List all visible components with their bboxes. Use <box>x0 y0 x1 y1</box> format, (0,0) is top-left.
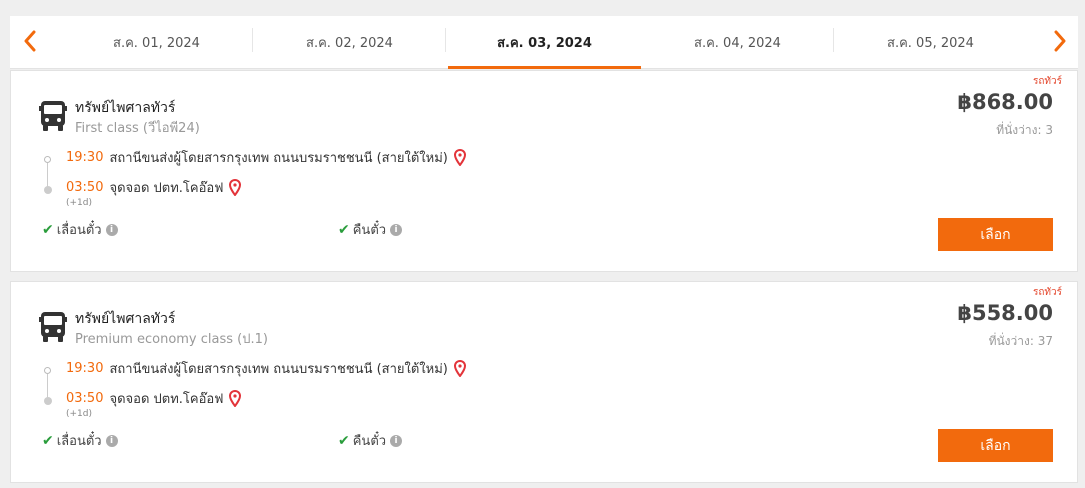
arrival-stop: 03:50 จุดจอด ปตท.โคอ๊อฟ <box>66 388 242 409</box>
arrival-time: 03:50 <box>66 180 104 195</box>
feature-reschedule: ✔ เลื่อนตั๋ว i <box>42 430 118 451</box>
operator-name: ทรัพย์ไพศาลทัวร์ <box>75 311 176 327</box>
check-icon: ✔ <box>338 432 350 449</box>
next-date-button[interactable] <box>1048 26 1072 56</box>
seats-available: ที่นั่งว่าง: 37 <box>988 334 1053 348</box>
trip-price: ฿558.00 <box>957 301 1053 325</box>
info-icon[interactable]: i <box>390 223 403 236</box>
date-tab-1[interactable]: ส.ค. 01, 2024 <box>60 16 253 68</box>
date-tab-label: ส.ค. 02, 2024 <box>306 35 393 51</box>
date-selector: ส.ค. 01, 2024 ส.ค. 02, 2024 ส.ค. 03, 202… <box>10 16 1078 69</box>
info-icon[interactable]: i <box>105 223 118 236</box>
arrival-station: จุดจอด ปตท.โคอ๊อฟ <box>109 392 224 407</box>
date-tab-2[interactable]: ส.ค. 02, 2024 <box>253 16 446 68</box>
check-icon: ✔ <box>42 432 54 449</box>
chevron-left-icon <box>24 30 36 52</box>
bus-icon <box>39 101 67 131</box>
departure-time: 19:30 <box>66 150 104 165</box>
route-timeline <box>44 156 52 196</box>
map-pin-icon[interactable] <box>453 360 466 377</box>
map-pin-icon[interactable] <box>453 149 466 166</box>
departure-station: สถานีขนส่งผู้โดยสารกรุงเทพ ถนนบรมราชชนนี… <box>109 151 448 166</box>
seat-class: Premium economy class (ป.1) <box>75 332 268 347</box>
route-timeline <box>44 367 52 407</box>
trip-card: รถทัวร์ ทรัพย์ไพศาลทัวร์ Premium economy… <box>10 281 1078 483</box>
departure-stop: 19:30 สถานีขนส่งผู้โดยสารกรุงเทพ ถนนบรมร… <box>66 358 466 379</box>
departure-time: 19:30 <box>66 361 104 376</box>
day-offset: (+1d) <box>66 409 93 419</box>
feature-label: เลื่อนตั๋ว <box>56 223 102 238</box>
date-tab-label: ส.ค. 01, 2024 <box>113 35 200 51</box>
feature-label: คืนตั๋ว <box>352 434 387 449</box>
chevron-right-icon <box>1054 30 1066 52</box>
check-icon: ✔ <box>42 221 54 238</box>
map-pin-icon[interactable] <box>229 179 242 196</box>
arrival-stop: 03:50 จุดจอด ปตท.โคอ๊อฟ <box>66 177 242 198</box>
date-tab-4[interactable]: ส.ค. 04, 2024 <box>641 16 834 68</box>
select-trip-button[interactable]: เลือก <box>938 429 1053 462</box>
seat-class: First class (วีไอพี24) <box>75 121 200 136</box>
arrival-station: จุดจอด ปตท.โคอ๊อฟ <box>109 181 224 196</box>
feature-refund: ✔ คืนตั๋ว i <box>338 219 403 240</box>
select-trip-button[interactable]: เลือก <box>938 218 1053 251</box>
map-pin-icon[interactable] <box>229 390 242 407</box>
trip-card: รถทัวร์ ทรัพย์ไพศาลทัวร์ First class (วี… <box>10 70 1078 272</box>
operator-name: ทรัพย์ไพศาลทัวร์ <box>75 100 176 116</box>
departure-station: สถานีขนส่งผู้โดยสารกรุงเทพ ถนนบรมราชชนนี… <box>109 362 448 377</box>
departure-stop: 19:30 สถานีขนส่งผู้โดยสารกรุงเทพ ถนนบรมร… <box>66 147 466 168</box>
trip-price: ฿868.00 <box>957 90 1053 114</box>
date-tab-5[interactable]: ส.ค. 05, 2024 <box>834 16 1027 68</box>
prev-date-button[interactable] <box>18 26 42 56</box>
trip-type-tag: รถทัวร์ <box>1032 287 1062 298</box>
bus-icon <box>39 312 67 342</box>
feature-reschedule: ✔ เลื่อนตั๋ว i <box>42 219 118 240</box>
check-icon: ✔ <box>338 221 350 238</box>
trip-type-tag: รถทัวร์ <box>1032 76 1062 87</box>
feature-label: คืนตั๋ว <box>352 223 387 238</box>
feature-label: เลื่อนตั๋ว <box>56 434 102 449</box>
feature-refund: ✔ คืนตั๋ว i <box>338 430 403 451</box>
info-icon[interactable]: i <box>390 434 403 447</box>
date-tab-3-selected[interactable]: ส.ค. 03, 2024 <box>448 16 641 69</box>
date-tab-label: ส.ค. 05, 2024 <box>887 35 974 51</box>
seats-available: ที่นั่งว่าง: 3 <box>996 123 1053 137</box>
date-tab-label: ส.ค. 04, 2024 <box>694 35 781 51</box>
day-offset: (+1d) <box>66 198 93 208</box>
info-icon[interactable]: i <box>105 434 118 447</box>
date-tab-label: ส.ค. 03, 2024 <box>497 35 592 51</box>
arrival-time: 03:50 <box>66 391 104 406</box>
